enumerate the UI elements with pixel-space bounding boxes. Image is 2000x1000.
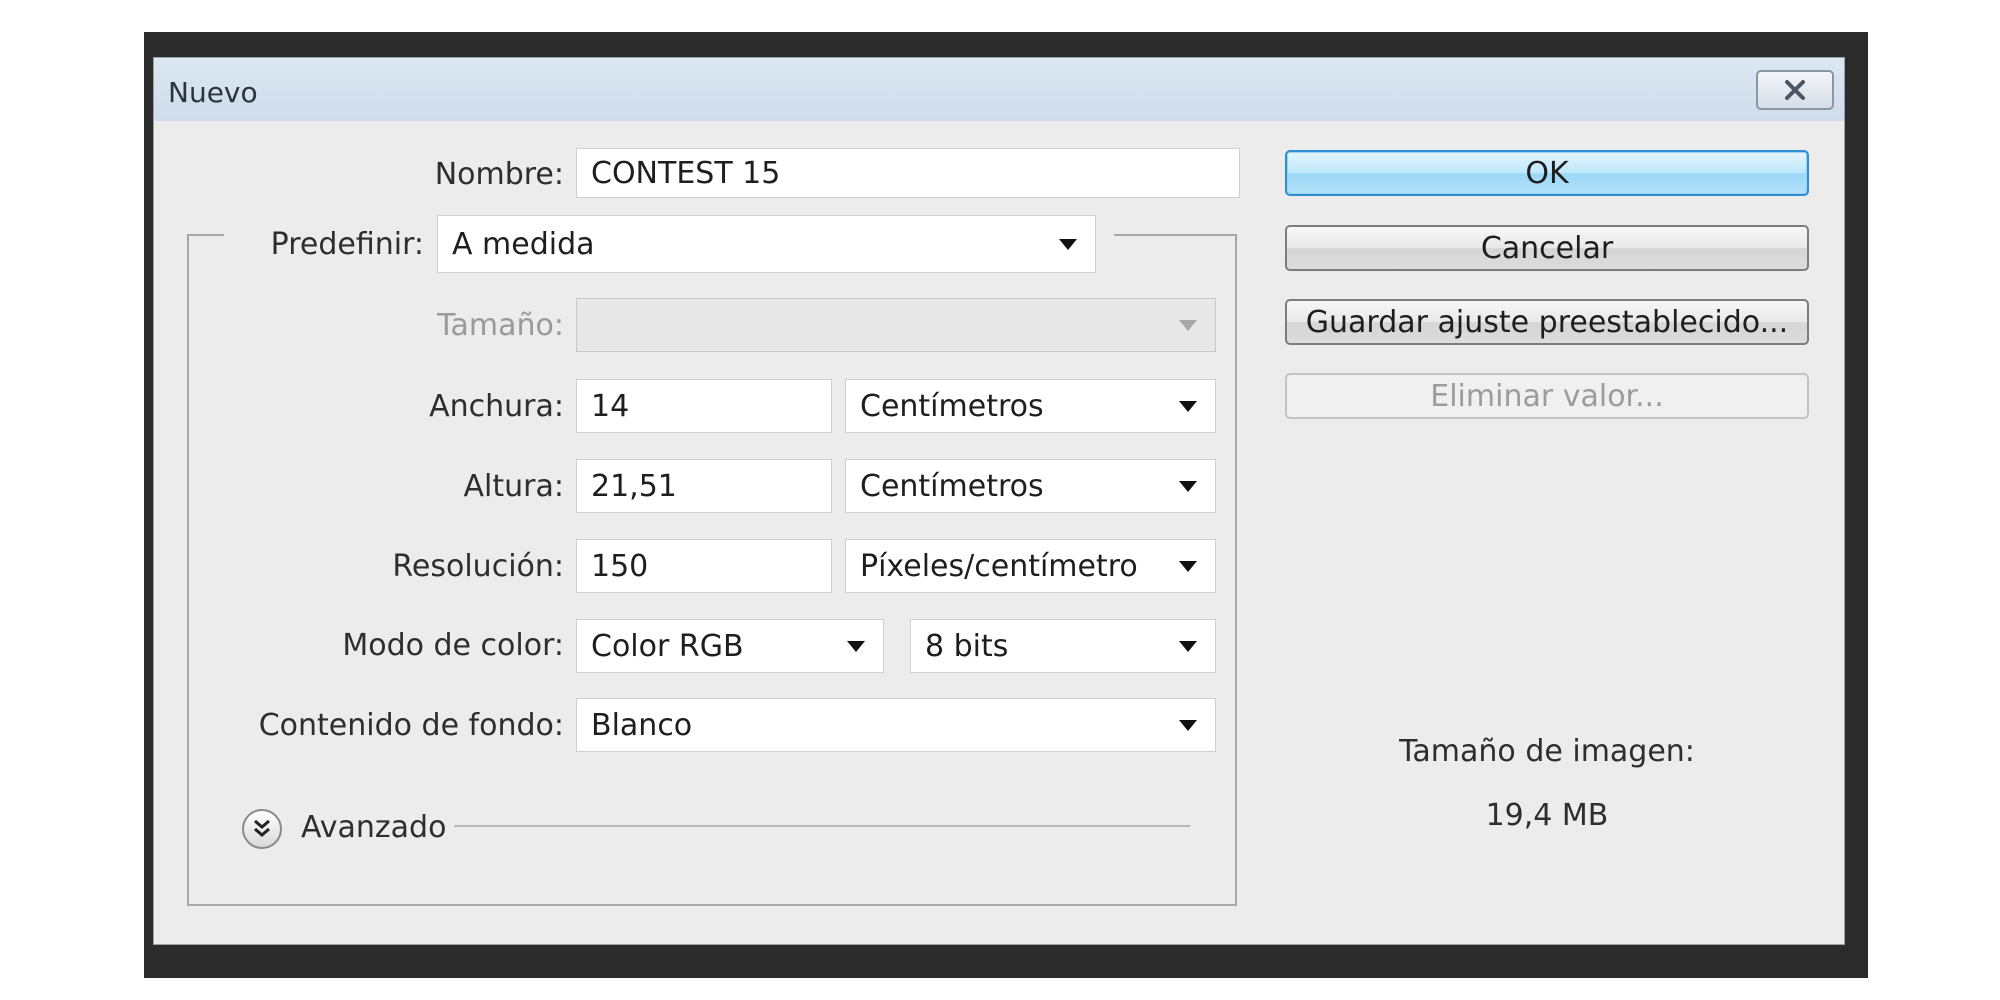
anchura-unit-value: Centímetros	[860, 388, 1044, 424]
image-size-value: 19,4 MB	[1485, 798, 1609, 833]
predefinir-select[interactable]: A medida	[437, 215, 1096, 273]
contenido-fondo-label: Contenido de fondo:	[258, 708, 564, 743]
nombre-input[interactable]: CONTEST 15	[576, 148, 1240, 198]
predefinir-value: A medida	[452, 226, 595, 262]
close-icon	[1785, 80, 1805, 100]
bits-select[interactable]: 8 bits	[910, 619, 1216, 673]
image-size-label: Tamaño de imagen:	[1399, 734, 1695, 769]
chevron-down-icon	[1179, 641, 1197, 652]
altura-input[interactable]: 21,51	[576, 459, 832, 513]
bits-value: 8 bits	[925, 628, 1009, 664]
modo-color-value: Color RGB	[591, 628, 744, 664]
avanzado-label: Avanzado	[301, 810, 447, 845]
anchura-input[interactable]: 14	[576, 379, 832, 433]
altura-unit-value: Centímetros	[860, 468, 1044, 504]
resolucion-unit-select[interactable]: Píxeles/centímetro	[845, 539, 1216, 593]
nombre-label: Nombre:	[434, 157, 564, 192]
chevron-down-icon	[1179, 320, 1197, 331]
chevron-down-icon	[1179, 481, 1197, 492]
anchura-unit-select[interactable]: Centímetros	[845, 379, 1216, 433]
title-bar: Nuevo	[154, 58, 1844, 121]
ok-button[interactable]: OK	[1285, 150, 1809, 196]
resolucion-unit-value: Píxeles/centímetro	[860, 548, 1138, 584]
delete-preset-button[interactable]: Eliminar valor...	[1285, 373, 1809, 419]
modo-color-label: Modo de color:	[342, 628, 564, 663]
close-button[interactable]	[1756, 70, 1834, 110]
contenido-fondo-select[interactable]: Blanco	[576, 698, 1216, 752]
anchura-label: Anchura:	[429, 389, 564, 424]
dialog-title: Nuevo	[168, 76, 258, 109]
cancel-button[interactable]: Cancelar	[1285, 225, 1809, 271]
double-chevron-down-icon	[254, 819, 270, 837]
chevron-down-icon	[1179, 720, 1197, 731]
modo-color-select[interactable]: Color RGB	[576, 619, 884, 673]
save-preset-button[interactable]: Guardar ajuste preestablecido...	[1285, 299, 1809, 345]
advanced-divider	[454, 825, 1190, 827]
predefinir-label: Predefinir:	[270, 227, 424, 262]
chevron-down-icon	[1179, 401, 1197, 412]
resolucion-input[interactable]: 150	[576, 539, 832, 593]
chevron-down-icon	[1179, 561, 1197, 572]
contenido-fondo-value: Blanco	[591, 707, 693, 743]
chevron-down-icon	[1059, 239, 1077, 250]
altura-unit-select[interactable]: Centímetros	[845, 459, 1216, 513]
resolucion-label: Resolución:	[392, 549, 564, 584]
tamano-select[interactable]	[576, 298, 1216, 352]
chevron-down-icon	[847, 641, 865, 652]
advanced-toggle-button[interactable]	[242, 809, 282, 849]
tamano-label: Tamaño:	[437, 308, 564, 343]
altura-label: Altura:	[463, 469, 564, 504]
